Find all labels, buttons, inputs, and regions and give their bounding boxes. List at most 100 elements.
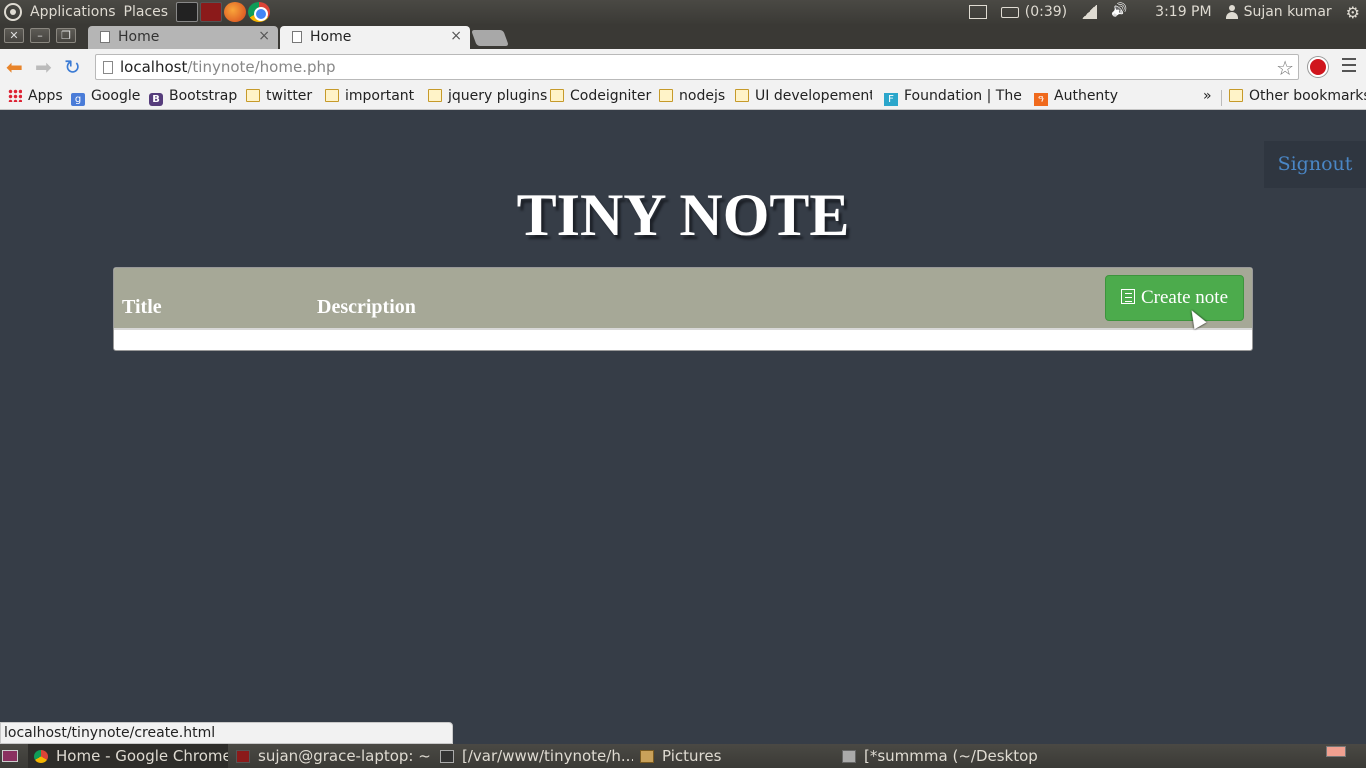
workspace-switcher[interactable] (1326, 746, 1346, 757)
back-arrow-icon[interactable]: ⬅ (6, 57, 23, 77)
google-icon: g (71, 93, 85, 106)
window-close-button[interactable]: ✕ (4, 28, 24, 43)
page-icon (292, 31, 302, 43)
create-note-button[interactable]: Create note (1105, 275, 1244, 321)
chrome-menu-icon[interactable] (1342, 58, 1356, 72)
task-pictures[interactable]: Pictures (640, 744, 835, 768)
user-menu[interactable]: Sujan kumar (1225, 4, 1332, 20)
places-menu[interactable]: Places (124, 4, 169, 20)
mail-icon[interactable] (968, 5, 987, 19)
system-top-panel: Applications Places (0:39) 3:19 PM Sujan… (0, 0, 1366, 24)
notes-table: Title Description Create note (113, 267, 1253, 351)
folder-icon (325, 89, 339, 102)
ubuntu-logo-icon[interactable] (4, 3, 22, 21)
task-label: Home - Google Chrome (56, 747, 228, 765)
folder-icon (659, 89, 673, 102)
folder-icon (246, 89, 260, 102)
browser-tab-strip: ✕ – ❐ Home × Home × (0, 24, 1366, 49)
reload-icon[interactable]: ↻ (64, 57, 81, 77)
bookmark-label: Apps (28, 88, 63, 104)
task-gedit[interactable]: [*summma (~/Desktop... (842, 744, 1037, 768)
bookmarks-divider (1221, 90, 1222, 106)
bottom-taskbar: Home - Google Chrome sujan@grace-laptop:… (0, 744, 1366, 768)
page-info-icon[interactable] (103, 61, 113, 74)
task-chrome[interactable]: Home - Google Chrome (28, 744, 228, 768)
tab-label: Home (118, 29, 160, 45)
firefox-launcher-icon[interactable] (224, 2, 247, 22)
create-note-label: Create note (1140, 287, 1229, 308)
user-name: Sujan kumar (1243, 4, 1332, 20)
close-icon[interactable]: × (258, 28, 270, 44)
task-label: Pictures (662, 747, 722, 765)
folder-icon (1229, 89, 1243, 102)
bookmarks-overflow-button[interactable]: » (1203, 88, 1212, 104)
tab-home-inactive[interactable]: Home × (88, 26, 278, 49)
task-label: sujan@grace-laptop: ~ (258, 747, 430, 765)
url-path: /tinynote/home.php (187, 58, 336, 76)
bookmark-folder-ui[interactable]: UI developement t (735, 88, 872, 104)
gear-icon[interactable]: ⚙ (1346, 3, 1360, 22)
bookmark-folder-important[interactable]: important (325, 88, 414, 104)
close-icon[interactable]: × (450, 28, 462, 44)
apps-icon (8, 89, 22, 102)
chrome-icon (34, 750, 48, 763)
system-monitor-launcher-icon[interactable] (176, 2, 199, 22)
window-restore-button[interactable]: ❐ (56, 28, 76, 43)
bookmark-folder-codeigniter[interactable]: Codeigniter (550, 88, 651, 104)
bookmark-bootstrap[interactable]: B Bootstrap (149, 88, 237, 106)
list-icon (1120, 289, 1135, 304)
extension-stop-icon[interactable] (1308, 57, 1328, 77)
task-label: [/var/www/tinynote/h... (462, 747, 633, 765)
network-signal-icon[interactable] (1081, 5, 1098, 19)
other-bookmarks[interactable]: Other bookmarks (1229, 88, 1366, 104)
bookmark-label: important (345, 88, 415, 104)
bookmark-label: Foundation | The M (904, 88, 1022, 104)
bookmark-label: Google (91, 88, 141, 104)
task-label: [*summma (~/Desktop... (864, 747, 1037, 765)
terminal-icon (236, 750, 250, 763)
page-content: Signout TINY NOTE Title Description Crea… (0, 111, 1366, 722)
editor-icon (440, 750, 454, 763)
tab-home-active[interactable]: Home × (280, 26, 470, 49)
gedit-icon (842, 750, 856, 763)
authenty-icon: ዓ (1034, 93, 1048, 106)
bookmark-foundation[interactable]: F Foundation | The M (884, 88, 1022, 106)
bookmark-star-icon[interactable]: ☆ (1276, 56, 1294, 80)
folder-icon (640, 750, 654, 763)
url-host: localhost (120, 58, 188, 76)
battery-icon (1000, 6, 1019, 18)
tab-label: Home (310, 29, 352, 45)
bookmark-label: Authenty (1054, 88, 1119, 104)
column-header-title: Title (122, 296, 162, 318)
volume-icon[interactable] (1111, 5, 1129, 19)
chrome-launcher-icon[interactable] (248, 2, 271, 22)
table-header: Title Description Create note (114, 268, 1252, 330)
address-bar[interactable]: localhost/tinynote/home.php ☆ (95, 54, 1299, 80)
terminal-launcher-icon[interactable] (200, 2, 223, 22)
task-editor[interactable]: [/var/www/tinynote/h... (438, 744, 633, 768)
bookmarks-bar: Apps g Google B Bootstrap twitter importan… (0, 85, 1366, 110)
browser-toolbar: ⬅ ➡ ↻ localhost/tinynote/home.php ☆ (0, 49, 1366, 85)
battery-indicator[interactable]: (0:39) (1000, 4, 1067, 20)
clock[interactable]: 3:19 PM (1155, 4, 1211, 20)
task-terminal[interactable]: sujan@grace-laptop: ~ (234, 744, 430, 768)
folder-icon (428, 89, 442, 102)
folder-icon (550, 89, 564, 102)
bookmark-apps[interactable]: Apps (8, 88, 63, 104)
forward-arrow-icon[interactable]: ➡ (35, 57, 52, 77)
bookmark-label: Bootstrap (169, 88, 238, 104)
page-title: TINY NOTE (516, 182, 850, 248)
bookmark-folder-twitter[interactable]: twitter (246, 88, 312, 104)
bookmark-folder-nodejs[interactable]: nodejs (659, 88, 725, 104)
show-desktop-icon[interactable] (2, 750, 18, 762)
folder-icon (735, 89, 749, 102)
bookmark-label: UI developement t (755, 88, 872, 104)
page-icon (100, 31, 110, 43)
bookmark-authenty[interactable]: ዓ Authenty (1034, 88, 1118, 106)
applications-menu[interactable]: Applications (30, 4, 116, 20)
bookmark-google[interactable]: g Google (71, 88, 140, 106)
bookmark-folder-jquery[interactable]: jquery plugins (428, 88, 547, 104)
new-tab-button[interactable] (471, 30, 509, 46)
window-minimize-button[interactable]: – (30, 28, 50, 43)
bookmark-label: twitter (266, 88, 313, 104)
